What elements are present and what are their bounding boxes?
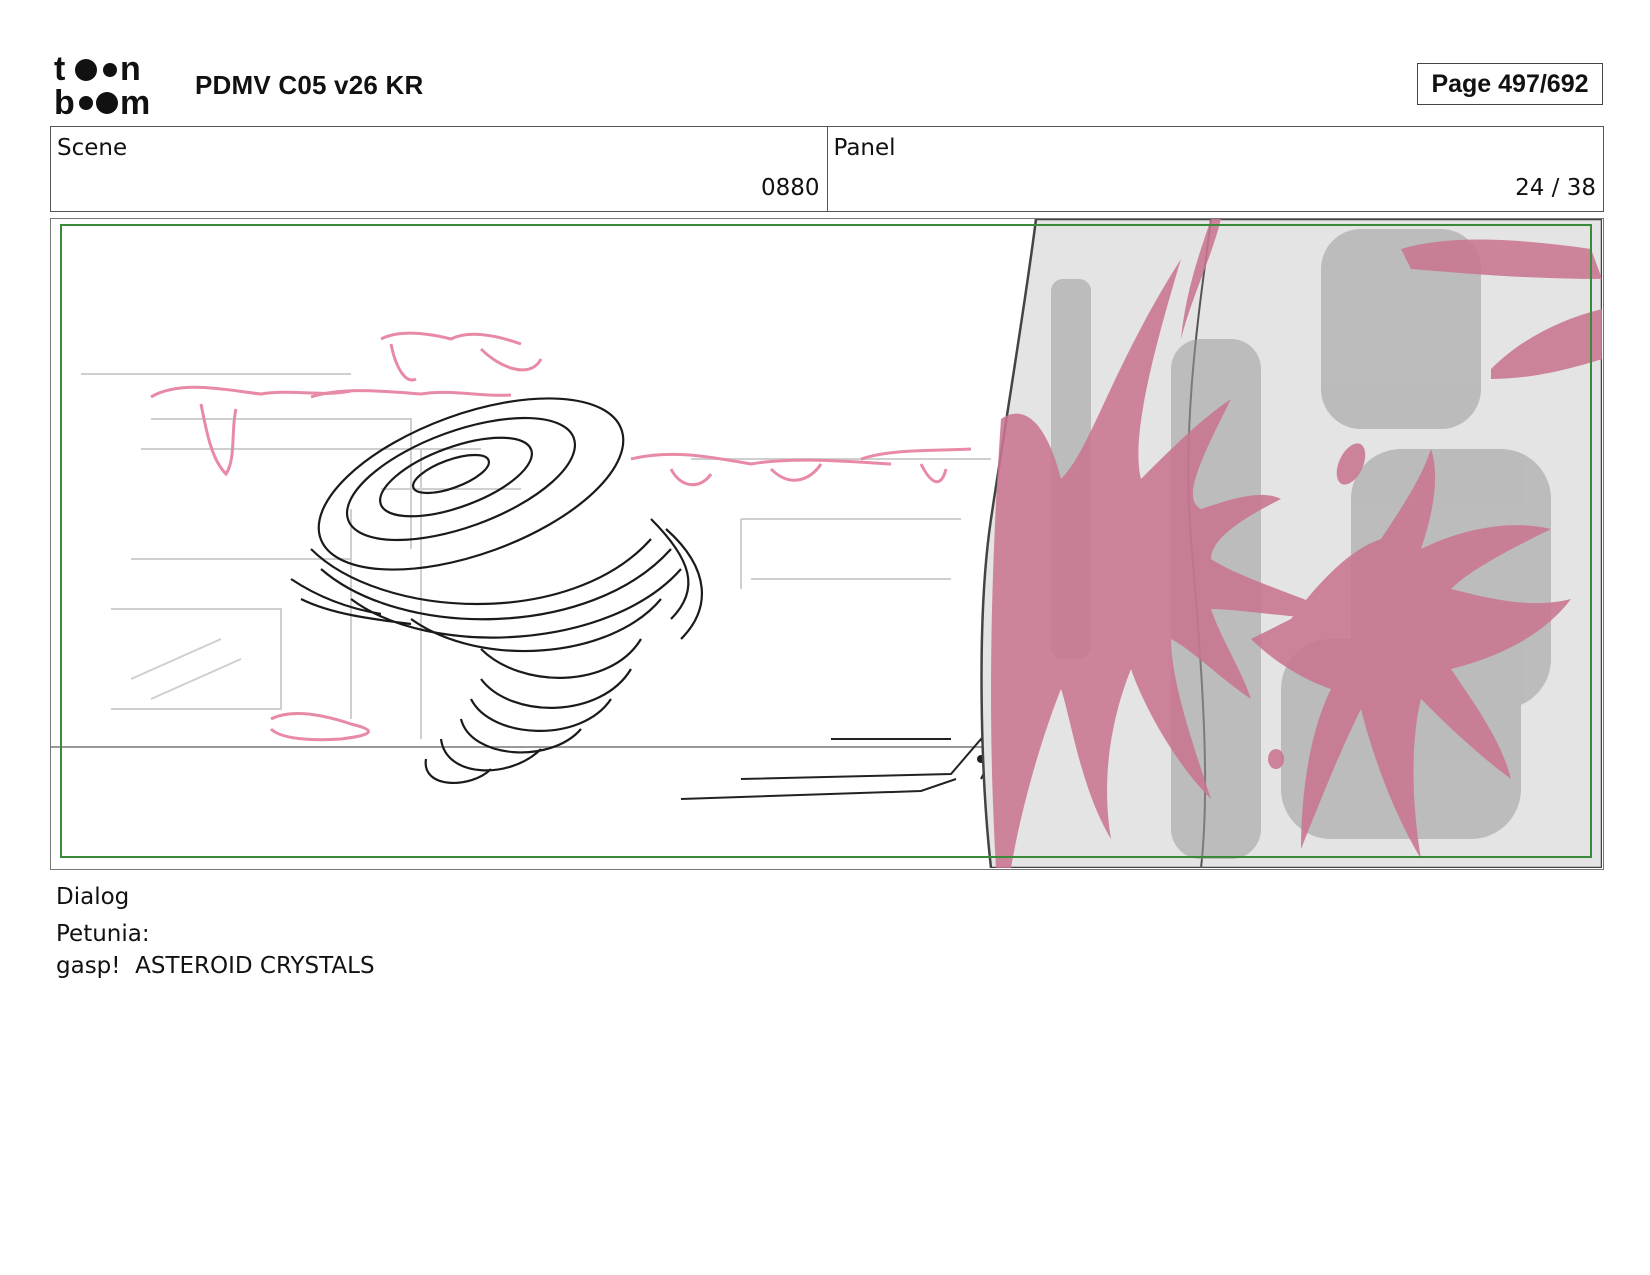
storyboard-frame (50, 218, 1604, 870)
dialog-speaker: Petunia: (56, 921, 150, 947)
svg-text:t: t (54, 52, 65, 88)
scene-cell: Scene 0880 (51, 127, 827, 211)
background-sketch (81, 373, 991, 739)
scene-label: Scene (57, 135, 128, 161)
panel-value: 24 / 38 (1515, 175, 1596, 201)
svg-text:n: n (120, 52, 141, 88)
scene-value: 0880 (760, 175, 820, 201)
tornado-sketch (290, 397, 703, 785)
dialog-label: Dialog (56, 884, 130, 910)
page-indicator: Page 497/692 (1417, 63, 1603, 105)
svg-text:m: m (120, 84, 150, 118)
scene-panel-row: Scene 0880 Panel 24 / 38 (50, 126, 1604, 212)
panel-label: Panel (833, 135, 896, 161)
panel-cell: Panel 24 / 38 (826, 127, 1604, 211)
dialog-line: gasp! ASTEROID CRYSTALS (56, 953, 375, 979)
toon-boom-logo: t n b m (54, 50, 172, 122)
document-title: PDMV C05 v26 KR (195, 70, 424, 100)
svg-text:b: b (54, 84, 75, 118)
storyboard-sketch (51, 219, 1602, 868)
